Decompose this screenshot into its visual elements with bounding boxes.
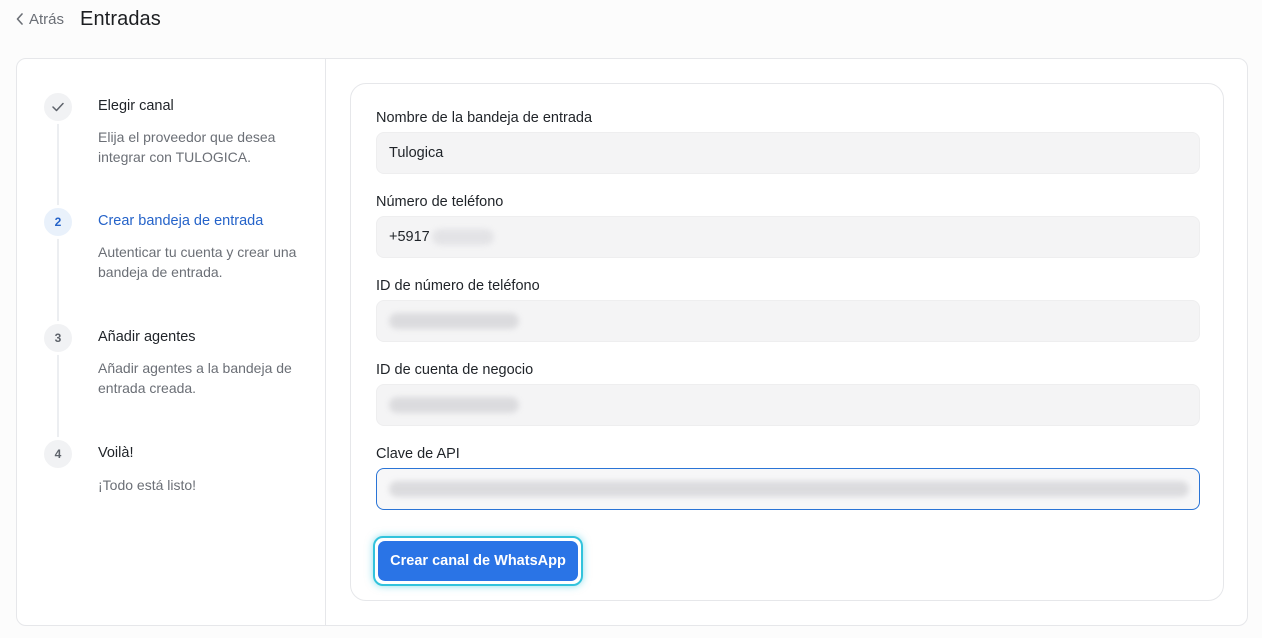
page-header: Atrás Entradas (16, 6, 161, 32)
step-title: Voilà! (98, 445, 134, 461)
main-card: Elegir canal Elija el proveedor que dese… (16, 58, 1248, 626)
chevron-left-icon (16, 13, 23, 25)
inbox-name-value: Tulogica (389, 145, 444, 161)
create-whatsapp-channel-button[interactable]: Crear canal de WhatsApp (378, 541, 578, 581)
step-description: ¡Todo está listo! (98, 477, 197, 493)
phone-number-input[interactable]: +5917 (376, 216, 1200, 258)
submit-focus-ring: Crear canal de WhatsApp (373, 536, 583, 586)
inbox-form: Nombre de la bandeja de entrada Tulogica… (350, 83, 1224, 601)
business-account-id-label: ID de cuenta de negocio (376, 362, 534, 378)
inbox-name-label: Nombre de la bandeja de entrada (376, 110, 593, 126)
step-number: 2 (41, 205, 75, 239)
phone-id-label: ID de número de teléfono (376, 278, 540, 294)
step-check-circle (41, 90, 75, 124)
back-link[interactable]: Atrás (16, 11, 64, 28)
phone-id-input[interactable] (376, 300, 1200, 342)
check-icon (52, 102, 64, 112)
step-description: Añadir agentes a la bandeja de entrada c… (98, 360, 292, 396)
api-key-input[interactable] (376, 468, 1200, 510)
redacted-api-key (389, 481, 1189, 497)
step-title: Elegir canal (98, 98, 174, 114)
timeline-line (57, 123, 59, 453)
steps-sidebar: Elegir canal Elija el proveedor que dese… (17, 59, 326, 625)
step-description: Autenticar tu cuenta y crear una bandeja… (98, 244, 297, 280)
api-key-label: Clave de API (376, 446, 460, 462)
inbox-name-input[interactable]: Tulogica (376, 132, 1200, 174)
business-account-id-input[interactable] (376, 384, 1200, 426)
phone-number-value: +5917 (389, 229, 430, 245)
page-title: Entradas (80, 7, 161, 30)
redacted-business-id (389, 397, 519, 413)
phone-number-label: Número de teléfono (376, 194, 504, 210)
step-title: Añadir agentes (98, 329, 196, 345)
step-number: 4 (41, 437, 75, 471)
step-description: Elija el proveedor que desea integrar co… (98, 129, 276, 165)
step-title: Crear bandeja de entrada (98, 213, 264, 229)
back-label: Atrás (29, 10, 65, 28)
redacted-phone-digits (431, 229, 494, 245)
step-number: 3 (41, 321, 75, 355)
redacted-phone-id (389, 313, 519, 329)
